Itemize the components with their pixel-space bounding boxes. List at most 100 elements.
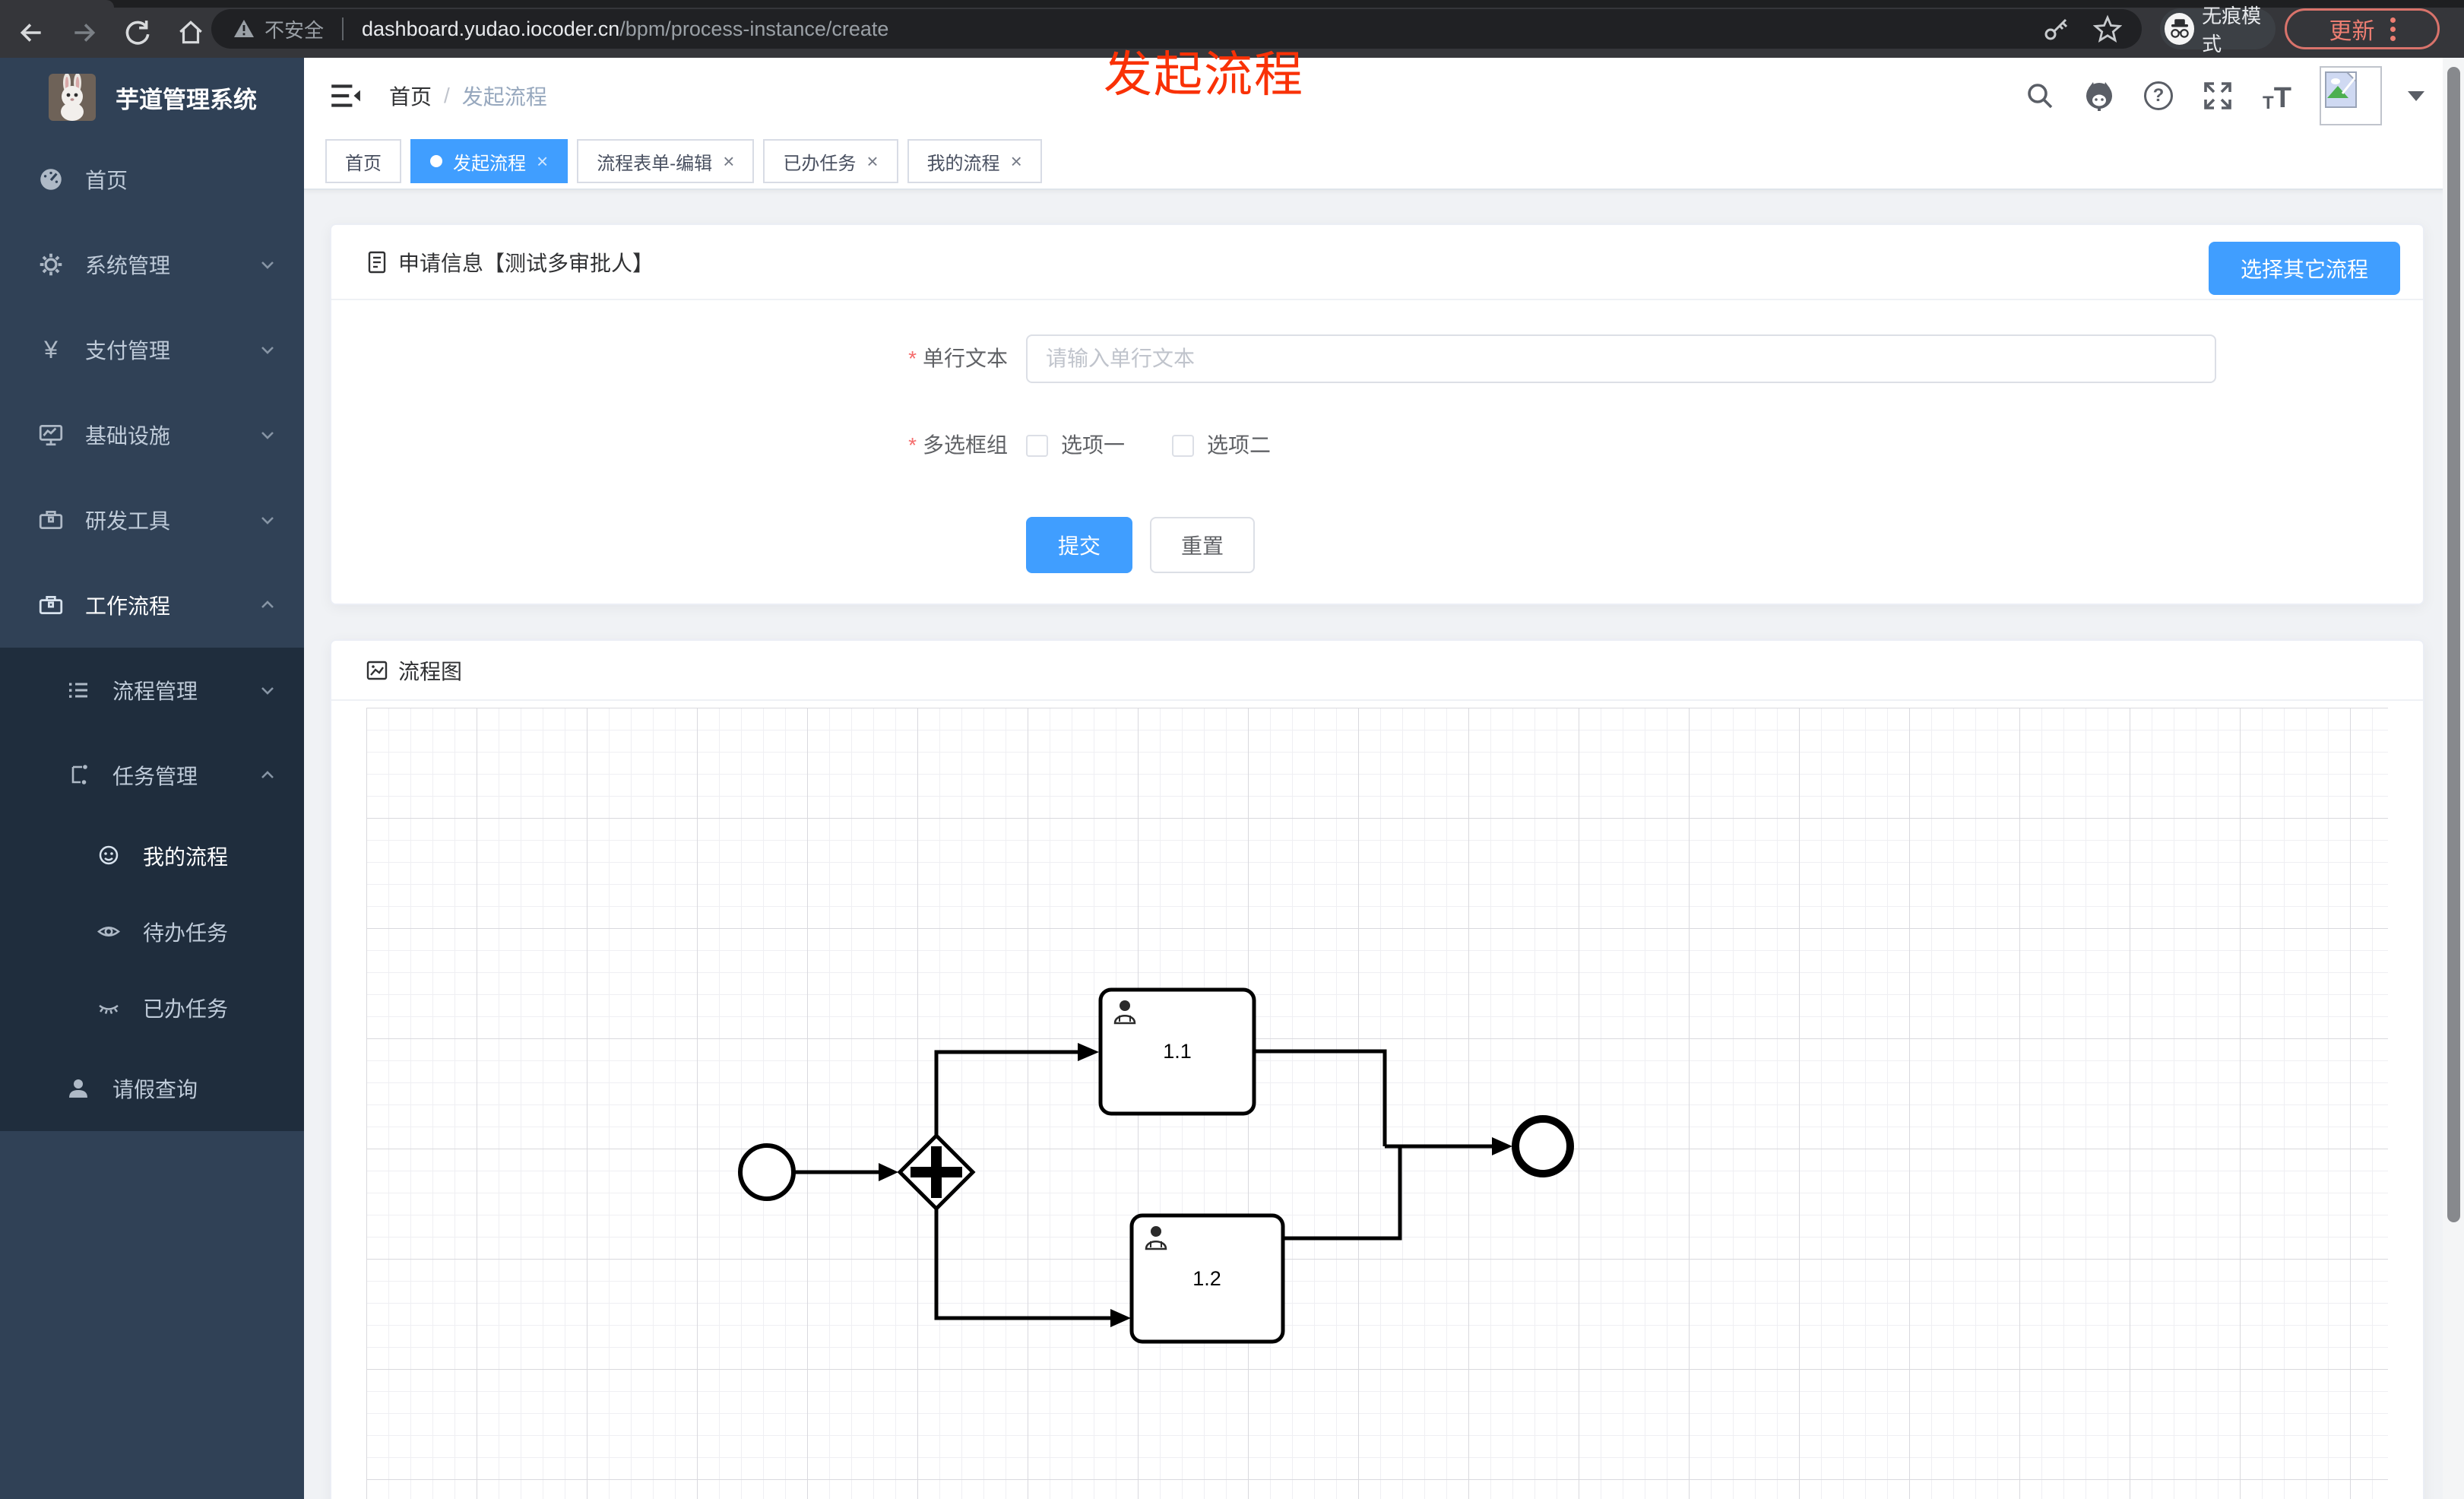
scrollbar-thumb[interactable]	[2447, 67, 2460, 1222]
page-scrollbar[interactable]	[2443, 58, 2464, 1499]
option-one-label[interactable]: 选项一	[1061, 424, 1125, 467]
start-event[interactable]	[738, 1143, 796, 1201]
submit-button[interactable]: 提交	[1026, 517, 1132, 573]
tab-label: 已办任务	[783, 153, 857, 174]
org-tree-icon	[64, 761, 93, 790]
tab-home[interactable]: 首页	[325, 139, 401, 183]
sidebar-item-process-mgmt[interactable]: 流程管理	[0, 648, 304, 733]
chevron-up-icon	[257, 765, 278, 786]
close-icon[interactable]: ×	[1011, 151, 1022, 171]
search-icon[interactable]	[2023, 79, 2057, 113]
password-key-icon[interactable]	[2043, 15, 2070, 43]
tab-my-process[interactable]: 我的流程 ×	[907, 139, 1042, 183]
tab-form-edit[interactable]: 流程表单-编辑 ×	[577, 139, 755, 183]
toolbox-icon	[36, 505, 65, 534]
chevron-down-icon	[257, 680, 278, 701]
sidebar-item-workflow[interactable]: 工作流程	[0, 563, 304, 648]
text-field-label: * 单行文本	[908, 347, 1008, 370]
bpmn-canvas[interactable]: 1.1 1.2	[366, 708, 2388, 1499]
chevron-down-icon	[257, 339, 278, 360]
yen-icon: ¥	[44, 336, 58, 363]
user-icon	[64, 1074, 93, 1103]
option-one-checkbox[interactable]	[1026, 435, 1048, 457]
diagram-header: 流程图	[331, 641, 2423, 701]
tab-start-process[interactable]: 发起流程 ×	[410, 139, 568, 183]
option-two-checkbox[interactable]	[1172, 435, 1194, 457]
github-icon[interactable]	[2082, 79, 2116, 113]
choose-other-process-button[interactable]: 选择其它流程	[2209, 242, 2400, 295]
sidebar-item-system[interactable]: 系统管理	[0, 222, 304, 307]
breadcrumb-current: 发起流程	[461, 85, 547, 109]
page-content: 申请信息【测试多审批人】 选择其它流程 *单行文本 *多选框组 选项一 选项二 …	[304, 190, 2464, 1499]
home-icon[interactable]	[173, 15, 208, 50]
single-line-text-input[interactable]	[1026, 334, 2216, 383]
bpmn-diagram: 1.1 1.2	[738, 987, 1574, 1344]
browser-update-button[interactable]: 更新	[2285, 8, 2440, 49]
toolbox-icon	[36, 591, 65, 620]
tab-label: 流程表单-编辑	[597, 153, 713, 174]
browser-active-tab[interactable]	[0, 0, 114, 8]
incognito-label: 无痕模式	[2202, 5, 2262, 55]
sidebar-item-done-tasks[interactable]: 已办任务	[0, 970, 304, 1046]
sidebar-item-infrastructure[interactable]: 基础设施	[0, 392, 304, 477]
sidebar-item-label: 工作流程	[85, 594, 171, 618]
sidebar-item-todo-tasks[interactable]: 待办任务	[0, 894, 304, 970]
logo-row[interactable]: 芋道管理系统	[0, 58, 304, 137]
option-two-label[interactable]: 选项二	[1207, 424, 1271, 467]
bookmark-star-icon[interactable]	[2093, 14, 2122, 43]
main-area: 首页 / 发起流程 ? TT 首页 发起流程 × 流程表单-编辑 × 已办任务 …	[304, 58, 2464, 1499]
apply-info-header: 申请信息【测试多审批人】	[331, 225, 2423, 300]
update-label[interactable]: 更新	[2329, 12, 2375, 46]
back-icon[interactable]	[14, 15, 49, 50]
breadcrumb-home[interactable]: 首页	[389, 81, 432, 111]
sidebar-item-my-process[interactable]: 我的流程	[0, 818, 304, 894]
user-task-1-2[interactable]: 1.2	[1129, 1213, 1285, 1344]
sidebar-item-leave-query[interactable]: 请假查询	[0, 1046, 304, 1131]
avatar[interactable]	[2320, 66, 2382, 125]
browser-menu-icon[interactable]	[2390, 17, 2396, 41]
chevron-down-icon	[257, 424, 278, 445]
sidebar-item-task-mgmt[interactable]: 任务管理	[0, 733, 304, 818]
workflow-submenu: 流程管理 任务管理 我的流程 待办任务 已办任务 请假查询	[0, 648, 304, 1131]
tab-done-tasks[interactable]: 已办任务 ×	[763, 139, 898, 183]
reload-icon[interactable]	[120, 15, 155, 50]
incognito-badge: 无痕模式	[2160, 5, 2276, 55]
help-icon[interactable]: ?	[2142, 79, 2175, 113]
annotation-title: 发起流程	[1104, 47, 1304, 102]
user-task-1-1[interactable]: 1.1	[1098, 987, 1256, 1116]
list-icon	[64, 676, 93, 705]
sidebar-item-devtools[interactable]: 研发工具	[0, 477, 304, 563]
face-icon	[94, 841, 123, 870]
picture-icon	[365, 658, 389, 683]
document-icon	[365, 250, 389, 274]
sidebar-collapse-icon[interactable]	[328, 79, 362, 113]
not-secure-label: 不安全	[264, 18, 325, 42]
sidebar-item-label: 基础设施	[85, 424, 171, 448]
dashboard-icon	[36, 165, 65, 194]
sidebar-item-payment[interactable]: ¥ 支付管理	[0, 307, 304, 392]
reset-button[interactable]: 重置	[1150, 517, 1255, 573]
fullscreen-icon[interactable]	[2201, 79, 2234, 113]
process-diagram-card: 流程图 1.1 1.2	[330, 639, 2424, 1499]
browser-tabstrip	[0, 0, 2464, 8]
logo-image	[49, 74, 96, 121]
sidebar-item-label: 研发工具	[85, 509, 171, 533]
sidebar-item-label: 待办任务	[143, 921, 229, 945]
tab-bar: 首页 发起流程 × 流程表单-编辑 × 已办任务 × 我的流程 ×	[304, 134, 2464, 190]
parallel-gateway[interactable]	[897, 1133, 976, 1212]
font-size-icon[interactable]: TT	[2260, 79, 2294, 113]
close-icon[interactable]: ×	[866, 151, 878, 171]
chevron-down-icon	[257, 254, 278, 275]
avatar-dropdown-icon[interactable]	[2408, 90, 2424, 101]
close-icon[interactable]: ×	[723, 151, 734, 171]
sidebar-item-home[interactable]: 首页	[0, 137, 304, 222]
apply-info-card: 申请信息【测试多审批人】 选择其它流程 *单行文本 *多选框组 选项一 选项二 …	[330, 223, 2424, 605]
page-header: 首页 / 发起流程 ? TT	[304, 58, 2464, 134]
url-bar[interactable]: 不安全 dashboard.yudao.iocoder.cn/bpm/proce…	[211, 9, 2142, 49]
forward-icon[interactable]	[67, 15, 102, 50]
breadcrumb-separator: /	[444, 84, 450, 107]
end-event[interactable]	[1512, 1115, 1574, 1177]
sidebar-item-label: 我的流程	[143, 845, 229, 869]
url-path: /bpm/process-instance/create	[619, 17, 889, 40]
close-icon[interactable]: ×	[537, 151, 548, 171]
